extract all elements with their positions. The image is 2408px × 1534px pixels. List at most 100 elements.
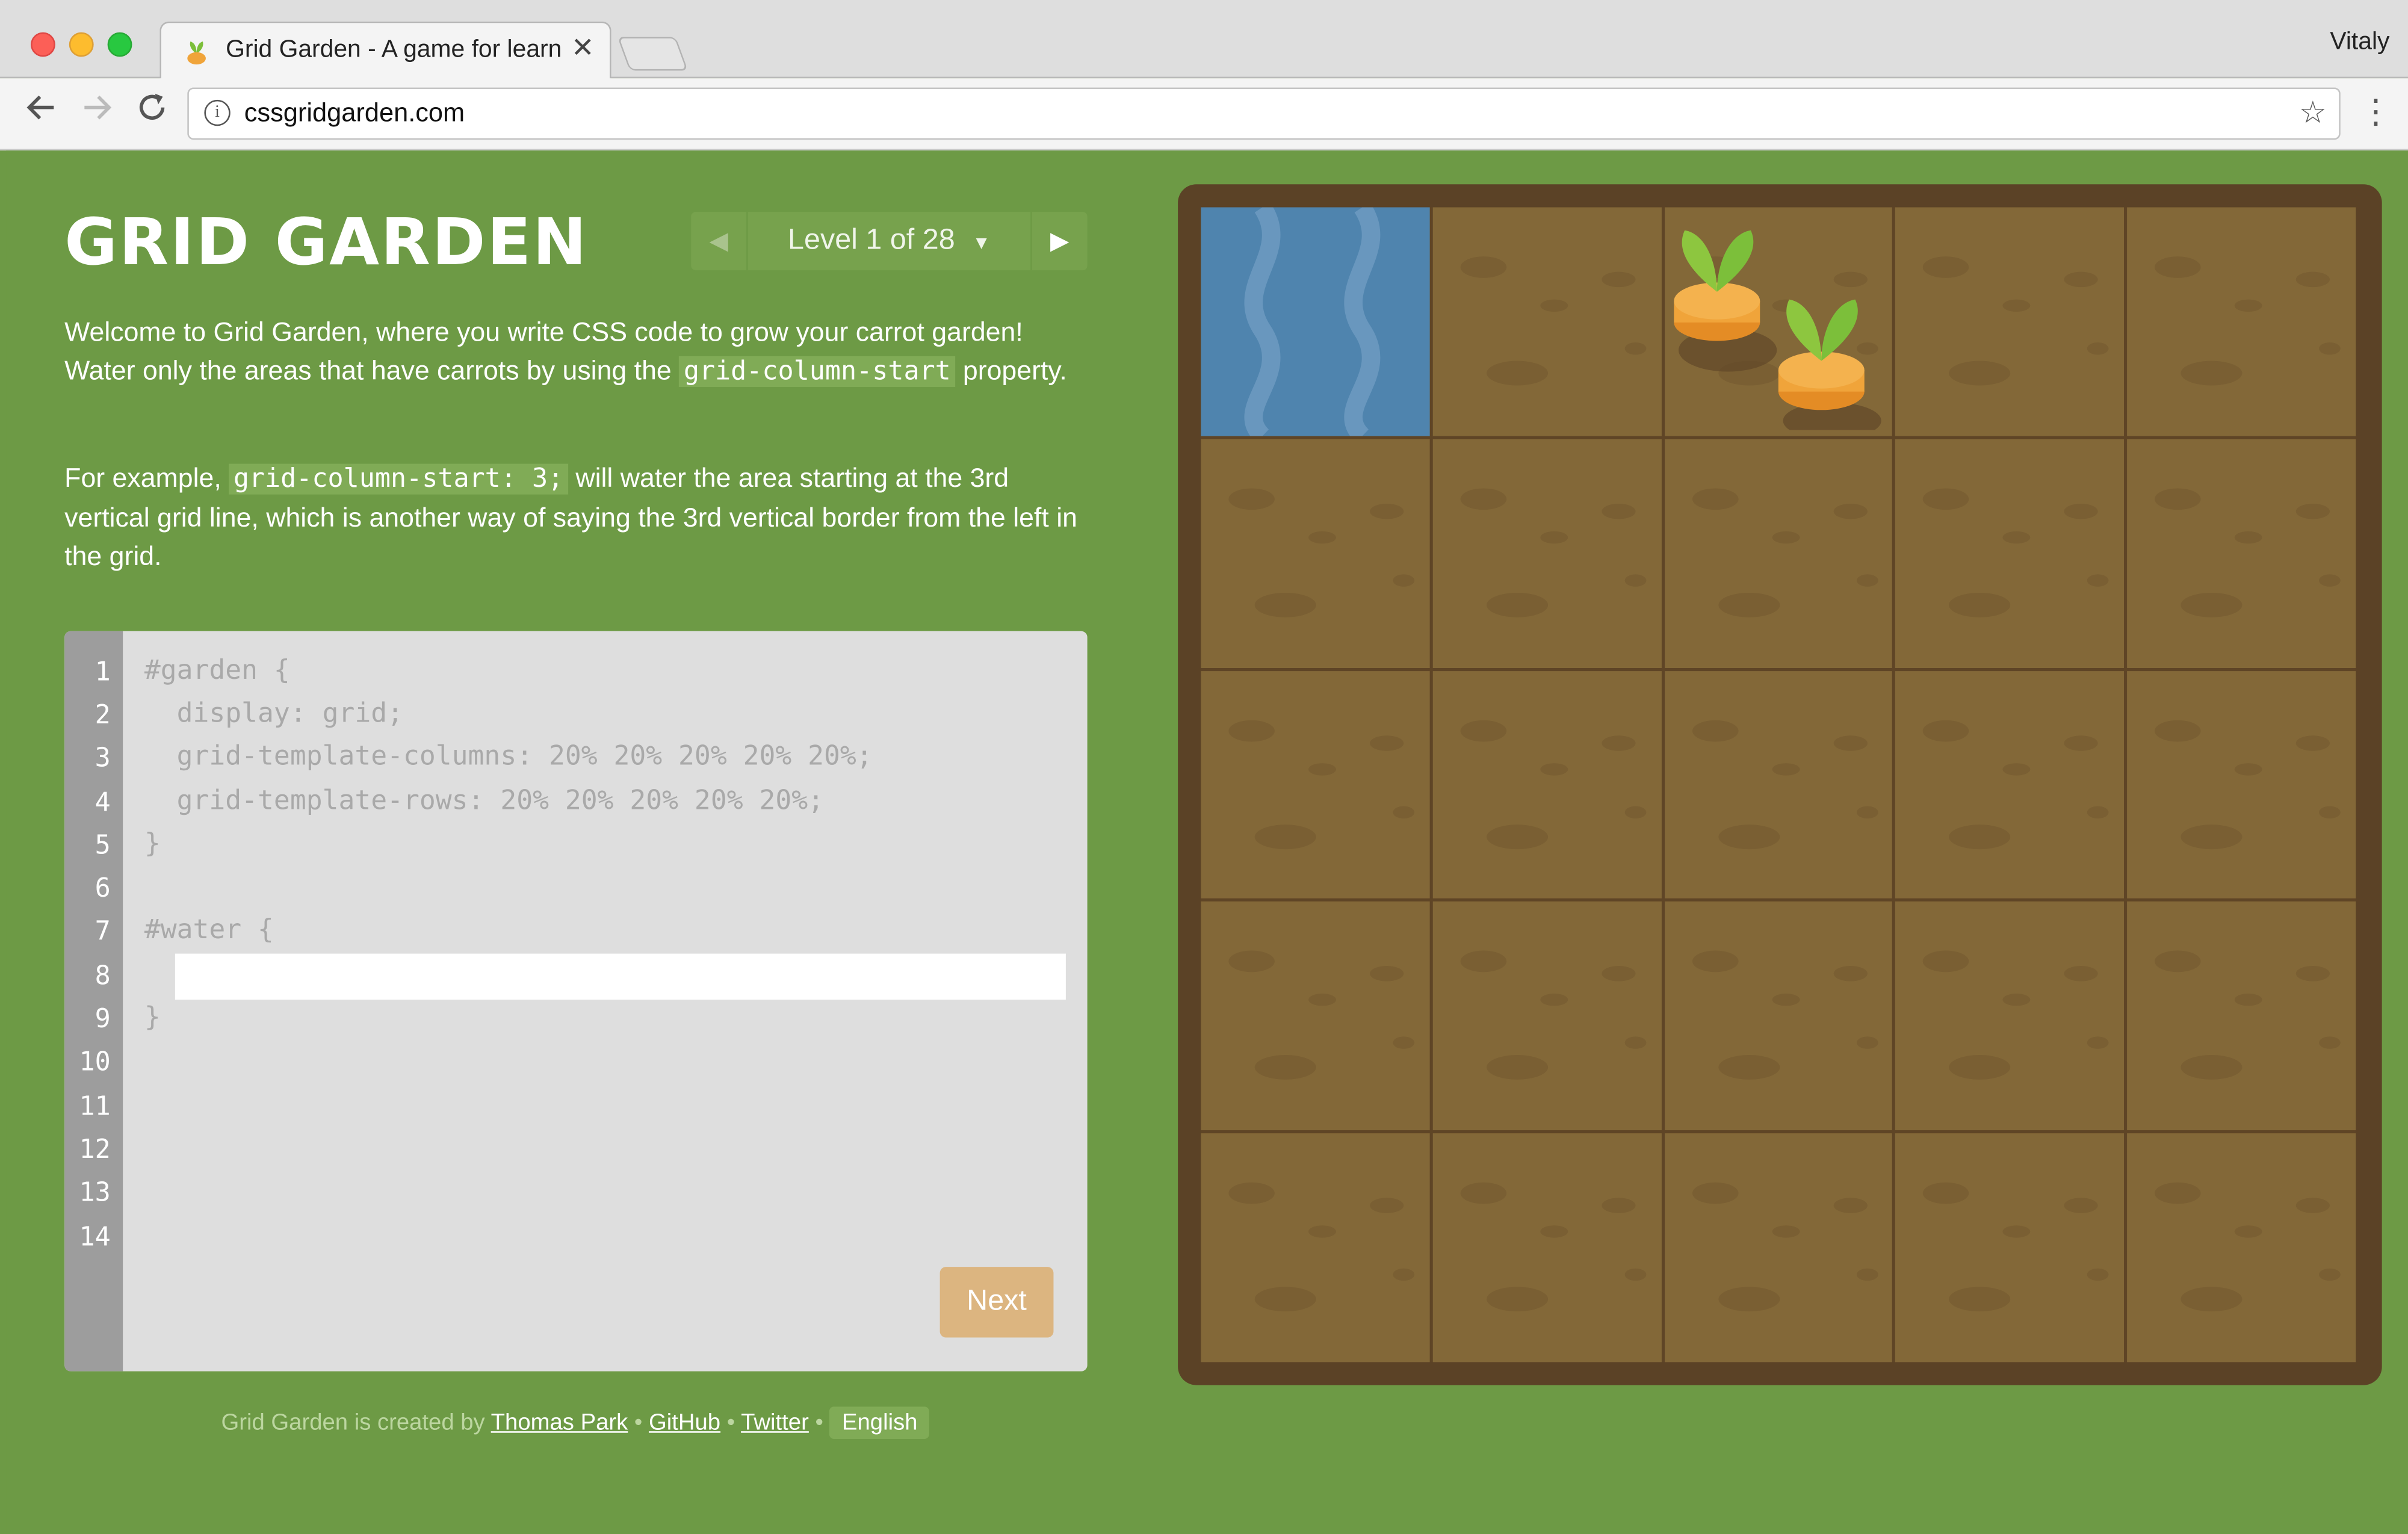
browser-tab[interactable]: Grid Garden - A game for learn ✕ [159, 21, 611, 80]
code-editor: 1 2 3 4 5 6 7 8 9 10 11 12 13 14 #garden… [64, 631, 1088, 1372]
pebble [1601, 966, 1636, 982]
pebble [1691, 487, 1738, 510]
pebble [1718, 824, 1780, 849]
next-button[interactable]: Next [939, 1267, 1054, 1338]
twitter-link[interactable]: Twitter [741, 1409, 809, 1435]
pebble [1949, 592, 2011, 617]
pebble [1771, 994, 1800, 1007]
soil-cell [1664, 439, 1893, 667]
pebble [2064, 735, 2099, 750]
previous-level-button[interactable]: ◀ [691, 212, 748, 271]
css-code-input[interactable] [175, 953, 1066, 1000]
next-level-button[interactable]: ▶ [1030, 212, 1087, 271]
pebble [2296, 966, 2330, 982]
pebble [1486, 1287, 1548, 1312]
forward-arrow-icon[interactable] [73, 91, 120, 137]
author-link[interactable]: Thomas Park [491, 1409, 628, 1435]
level-dropdown[interactable]: Level 1 of 28 ▼ [746, 212, 1032, 270]
close-window-button[interactable] [31, 32, 55, 57]
pebble [1923, 951, 1970, 973]
pebble [2319, 1269, 2341, 1281]
minimize-window-button[interactable] [69, 32, 94, 57]
pebble [1923, 256, 1970, 278]
pebble [2235, 1225, 2263, 1239]
pebble [2181, 360, 2242, 386]
line-number: 12 [79, 1134, 111, 1166]
pebble [2064, 1198, 2099, 1214]
pebble [1393, 574, 1415, 587]
pebble [2181, 1056, 2242, 1080]
pebble [1308, 1225, 1336, 1239]
example-text: For example, [64, 462, 229, 493]
pebble [1923, 719, 1970, 741]
language-button[interactable]: English [829, 1406, 930, 1439]
inline-code-example: grid-column-start: 3; [229, 463, 568, 495]
pebble [1718, 1056, 1780, 1080]
soil-cell [1432, 207, 1661, 436]
profile-name[interactable]: Vitaly [2330, 29, 2389, 57]
pebble [1833, 1198, 1867, 1214]
star-icon[interactable]: ☆ [2299, 94, 2327, 131]
line-number: 10 [79, 1047, 111, 1078]
page-title: GRID GARDEN [64, 204, 589, 280]
maximize-window-button[interactable] [107, 32, 132, 57]
caret-down-icon: ▼ [972, 232, 991, 254]
pebble [2064, 503, 2099, 519]
pebble [1254, 592, 1316, 617]
pebble [1949, 360, 2011, 386]
pebble [2003, 762, 2031, 775]
pebble [1254, 1287, 1316, 1312]
pebble [2235, 994, 2263, 1007]
pebble [1601, 503, 1636, 519]
line-number: 9 [94, 1004, 111, 1035]
pebble [1601, 735, 1636, 750]
pebble [1460, 951, 1506, 973]
new-tab-button[interactable] [617, 37, 689, 71]
line-number: 7 [94, 917, 111, 948]
pebble [1486, 824, 1548, 849]
soil-cell [1895, 902, 2125, 1131]
level-navigator: ◀ Level 1 of 28 ▼ ▶ [691, 212, 1088, 271]
line-number: 5 [94, 830, 111, 862]
github-link[interactable]: GitHub [649, 1409, 720, 1435]
footer-credit: Grid Garden is created by [221, 1409, 491, 1436]
info-icon[interactable]: i [204, 99, 231, 126]
pebble [2064, 271, 2099, 288]
soil-cell [1895, 670, 2125, 899]
pebble [2155, 719, 2202, 741]
menu-icon[interactable]: ⋮ [2359, 91, 2392, 137]
water-tile [1201, 207, 1430, 436]
pebble [1540, 299, 1568, 312]
url-text: cssgridgarden.com [244, 98, 465, 128]
line-number: 11 [79, 1092, 111, 1123]
back-arrow-icon[interactable] [19, 91, 65, 137]
pebble [1601, 271, 1636, 288]
pebble [2319, 574, 2341, 587]
pebble [2087, 805, 2109, 818]
reload-icon[interactable] [129, 91, 175, 137]
pebble [1624, 342, 1646, 355]
pebble [1486, 592, 1548, 617]
soil-cell [1895, 439, 2125, 667]
soil-cell [1432, 670, 1661, 899]
pebble [1949, 1056, 2011, 1080]
tab-strip: Grid Garden - A game for learn ✕ Vitaly [0, 0, 2408, 80]
line-number: 8 [94, 961, 111, 992]
code-line: #garden { [144, 655, 290, 687]
soil-cell [1201, 439, 1430, 667]
level-label: Level 1 of 28 [788, 224, 955, 257]
line-number: 6 [94, 873, 111, 905]
close-icon[interactable]: ✕ [571, 32, 595, 65]
pebble [1856, 1269, 1878, 1281]
pebble [2003, 994, 2031, 1007]
pebble [1540, 994, 1568, 1007]
code-line: display: grid; [144, 699, 404, 730]
pebble [1486, 360, 1548, 386]
pebble [1308, 762, 1336, 775]
pebble [1624, 1269, 1646, 1281]
pebble [1486, 1056, 1548, 1080]
soil-cell [2127, 1133, 2356, 1362]
pebble [1771, 531, 1800, 543]
address-bar[interactable]: i cssgridgarden.com ☆ [187, 87, 2341, 140]
pebble [1718, 592, 1780, 617]
